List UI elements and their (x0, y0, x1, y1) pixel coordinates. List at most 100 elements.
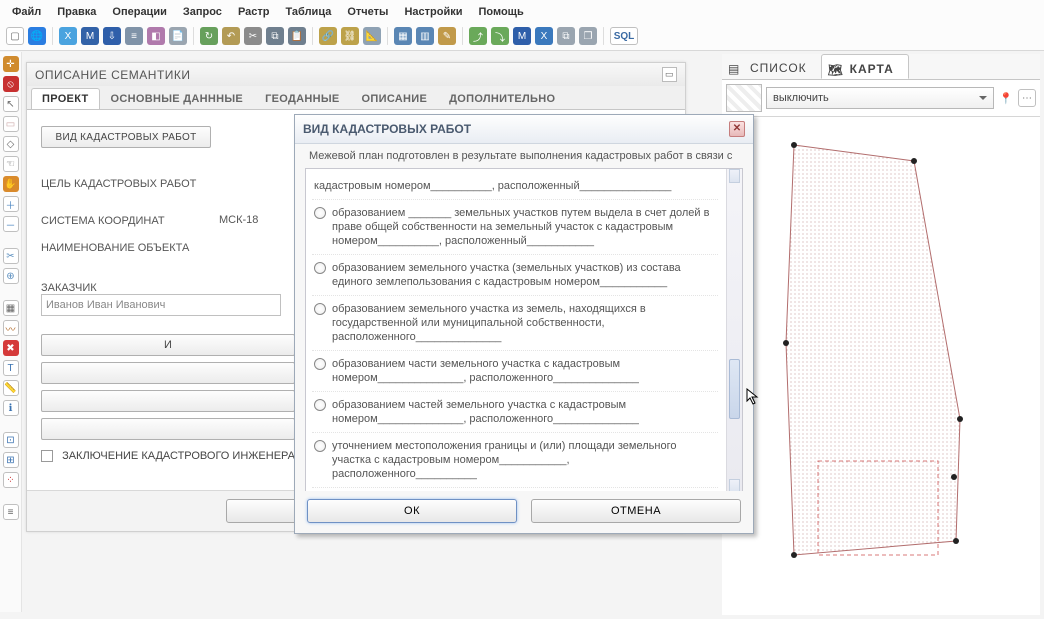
vtool-grid-icon[interactable]: ⊞ (3, 452, 19, 468)
tool-copy-icon[interactable]: ⧉ (266, 27, 284, 45)
engineer-conclusion-checkbox[interactable] (41, 450, 53, 462)
tab-extra[interactable]: ДОПОЛНИТЕЛЬНО (438, 88, 566, 109)
menu-edit[interactable]: Правка (51, 4, 102, 20)
expander-row-2[interactable] (41, 362, 295, 384)
map-thumbnail[interactable] (726, 84, 762, 112)
tool-save-mif-icon[interactable]: M (513, 27, 531, 45)
tab-list[interactable]: ▤ СПИСОК (722, 54, 821, 79)
option-row[interactable]: образованием части земельного участка с … (312, 351, 718, 392)
tool-sql-button[interactable]: SQL (610, 27, 638, 45)
radio-icon[interactable] (314, 207, 326, 219)
vtool-points-icon[interactable]: ⁘ (3, 472, 19, 488)
vtool-list-icon[interactable]: ≡ (3, 504, 19, 520)
option-row[interactable]: кадастровым номером__________, расположе… (312, 173, 718, 200)
dialog-scrollbar[interactable] (726, 169, 742, 493)
expander-row-3[interactable] (41, 390, 295, 412)
option-row[interactable]: образованием земельного участка (земельн… (312, 255, 718, 296)
tool-import-icon[interactable]: ⇩ (103, 27, 121, 45)
semantics-collapse-button[interactable]: ▭ (662, 67, 677, 82)
close-icon[interactable]: ✕ (729, 121, 745, 137)
option-row[interactable]: образованием _______ земельных участков … (312, 200, 718, 255)
tab-project[interactable]: ПРОЕКТ (31, 88, 100, 109)
tool-stack-icon[interactable]: ❐ (579, 27, 597, 45)
map-options-icon[interactable]: ⋯ (1018, 89, 1036, 107)
menu-ops[interactable]: Операции (106, 4, 172, 20)
vtool-delvertex-icon[interactable]: ✖ (3, 340, 19, 356)
tool-layers-icon[interactable]: ≡ (125, 27, 143, 45)
vtool-zoomin-icon[interactable]: ＋ (3, 196, 19, 212)
expander-row-4[interactable] (41, 418, 295, 440)
vtool-fill-icon[interactable]: ▦ (3, 300, 19, 316)
vtool-zoomout-icon[interactable]: － (3, 216, 19, 232)
tool-grid-icon[interactable]: ▥ (416, 27, 434, 45)
vtool-rect-icon[interactable]: ▭ (3, 116, 19, 132)
menu-raster[interactable]: Растр (232, 4, 276, 20)
tool-doc-icon[interactable]: 📄 (169, 27, 187, 45)
tool-measure-icon[interactable]: 📐 (363, 27, 381, 45)
tab-map[interactable]: 🗺 КАРТА (821, 54, 909, 79)
scroll-thumb[interactable] (729, 359, 740, 419)
label-coordsys: СИСТЕМА КООРДИНАТ (41, 215, 201, 227)
map-canvas[interactable] (722, 117, 1040, 615)
tool-xml-icon[interactable]: X (59, 27, 77, 45)
customer-input[interactable]: Иванов Иван Иванович (41, 294, 281, 316)
tool-table-icon[interactable]: ▦ (394, 27, 412, 45)
tool-undo-icon[interactable]: ↶ (222, 27, 240, 45)
option-row[interactable]: образованием земельного участка из земел… (312, 296, 718, 351)
menu-settings[interactable]: Настройки (398, 4, 468, 20)
menu-reports[interactable]: Отчеты (341, 4, 394, 20)
dialog-title: ВИД КАДАСТРОВЫХ РАБОТ (303, 122, 471, 136)
tab-geodata[interactable]: ГЕОДАННЫЕ (254, 88, 350, 109)
expander-row-1[interactable]: И (41, 334, 295, 356)
tool-brush-icon[interactable]: ✎ (438, 27, 456, 45)
scroll-up-icon[interactable] (729, 169, 740, 183)
tool-link-icon[interactable]: 🔗 (319, 27, 337, 45)
dialog-ok-button[interactable]: ОК (307, 499, 517, 523)
pin-icon[interactable]: 📍 (998, 88, 1014, 108)
vtool-merge-icon[interactable]: ⊕ (3, 268, 19, 284)
tool-refresh-icon[interactable]: ↻ (200, 27, 218, 45)
vtool-pan-icon[interactable]: ✋ (3, 176, 19, 192)
cadastral-works-type-button[interactable]: ВИД КАДАСТРОВЫХ РАБОТ (41, 126, 211, 148)
dialog-cancel-button[interactable]: ОТМЕНА (531, 499, 741, 523)
tool-structure-icon[interactable]: ◧ (147, 27, 165, 45)
vtool-ruler-icon[interactable]: 📏 (3, 380, 19, 396)
option-row[interactable]: образованием частей земельного участка с… (312, 392, 718, 433)
menu-help[interactable]: Помощь (472, 4, 529, 20)
map-mode-select[interactable]: выключить (766, 87, 994, 109)
vtool-target-icon[interactable]: ✛ (3, 56, 19, 72)
vtool-noentry-icon[interactable]: ⦸ (3, 76, 19, 92)
tool-save-xml-icon[interactable]: X (535, 27, 553, 45)
tab-description[interactable]: ОПИСАНИЕ (351, 88, 439, 109)
vtool-path-icon[interactable]: 〰 (3, 320, 19, 336)
semantics-titlebar: ОПИСАНИЕ СЕМАНТИКИ ▭ (27, 63, 685, 86)
vtool-pointer-icon[interactable]: ↖ (3, 96, 19, 112)
tool-paste-icon[interactable]: 📋 (288, 27, 306, 45)
menu-file[interactable]: Файл (6, 4, 47, 20)
tool-new-icon[interactable]: ▢ (6, 27, 24, 45)
radio-icon[interactable] (314, 358, 326, 370)
vtool-pick-icon[interactable]: ☜ (3, 156, 19, 172)
vtool-info-icon[interactable]: ℹ (3, 400, 19, 416)
radio-icon[interactable] (314, 303, 326, 315)
tool-export-up-icon[interactable]: ⤴ (469, 27, 487, 45)
vtool-break-icon[interactable]: ✂ (3, 248, 19, 264)
menu-query[interactable]: Запрос (177, 4, 228, 20)
separator (3, 288, 19, 296)
tool-unlink-icon[interactable]: ⛓ (341, 27, 359, 45)
tool-clone-icon[interactable]: ⧉ (557, 27, 575, 45)
tab-basedata[interactable]: ОСНОВНЫЕ ДАНННЫЕ (100, 88, 255, 109)
option-row[interactable]: уточнением местоположения границы и (или… (312, 433, 718, 488)
vtool-snap-icon[interactable]: ⊡ (3, 432, 19, 448)
tool-cut-icon[interactable]: ✂ (244, 27, 262, 45)
vtool-poly-icon[interactable]: ◇ (3, 136, 19, 152)
tool-export-down-icon[interactable]: ⤵ (491, 27, 509, 45)
radio-icon[interactable] (314, 262, 326, 274)
menu-table[interactable]: Таблица (279, 4, 337, 20)
radio-icon[interactable] (314, 399, 326, 411)
tool-world-icon[interactable]: 🌐 (28, 27, 46, 45)
radio-icon[interactable] (314, 440, 326, 452)
dialog-titlebar[interactable]: ВИД КАДАСТРОВЫХ РАБОТ ✕ (295, 115, 753, 144)
tool-mif-icon[interactable]: M (81, 27, 99, 45)
vtool-text-icon[interactable]: T (3, 360, 19, 376)
